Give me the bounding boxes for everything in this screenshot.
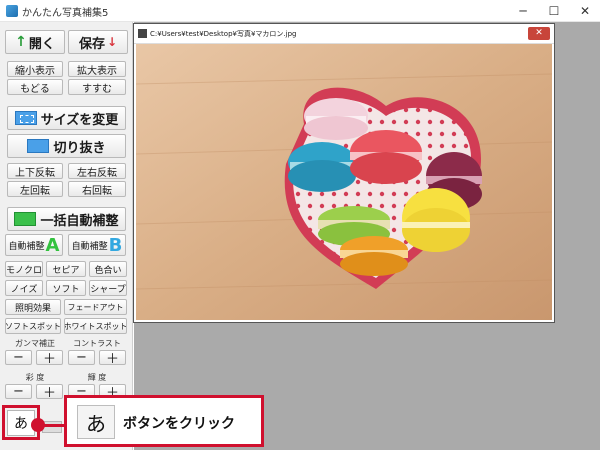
crop-icon xyxy=(27,139,50,153)
image-window[interactable]: C:¥Users¥test¥Desktop¥写真¥マカロン.jpg ✕ xyxy=(133,23,555,323)
callout-a-icon: あ xyxy=(77,405,115,439)
auto-correct-a-button[interactable]: 自動補整 A xyxy=(5,234,63,256)
gamma-label: ガンマ補正 xyxy=(15,339,55,348)
app-title: かんたん写真補集5 xyxy=(22,8,109,19)
open-label: 開く xyxy=(28,36,55,52)
callout-dot xyxy=(31,418,45,432)
enlarge-view-button[interactable]: 拡大表示 xyxy=(68,61,126,77)
saturation-label: 彩 度 xyxy=(25,373,45,382)
open-arrow-icon: ↑ xyxy=(15,34,27,50)
crop-label: 切り抜き xyxy=(53,140,106,156)
sharp-button[interactable]: シャープ xyxy=(89,280,127,296)
bulk-auto-label: 一括自動補整 xyxy=(40,213,119,229)
callout-text: ボタンをクリック xyxy=(123,416,235,432)
gamma-plus-button[interactable]: ＋ xyxy=(36,350,63,365)
contrast-minus-button[interactable]: − xyxy=(68,350,95,365)
close-button[interactable]: ✕ xyxy=(569,0,600,22)
save-button[interactable]: 保存 ↓ xyxy=(68,30,128,54)
image-window-title: C:¥Users¥test¥Desktop¥写真¥マカロン.jpg xyxy=(150,30,297,38)
monochrome-button[interactable]: モノクロ xyxy=(5,261,43,277)
undo-button[interactable]: もどる xyxy=(7,79,63,95)
noise-button[interactable]: ノイズ xyxy=(5,280,43,296)
saturation-plus-button[interactable]: ＋ xyxy=(36,384,63,399)
saturation-minus-button[interactable]: − xyxy=(5,384,32,399)
rotate-left-button[interactable]: 左回転 xyxy=(7,181,63,197)
auto-b-letter: B xyxy=(108,234,123,256)
auto-b-label: 自動補整 xyxy=(71,241,108,252)
flip-vertical-button[interactable]: 上下反転 xyxy=(7,163,63,179)
flip-horizontal-button[interactable]: 左右反転 xyxy=(68,163,126,179)
fade-out-button[interactable]: フェードアウト xyxy=(64,299,127,315)
auto-a-letter: A xyxy=(45,234,60,256)
minimize-button[interactable]: ─ xyxy=(507,0,539,22)
sepia-button[interactable]: セピア xyxy=(46,261,86,277)
rotate-right-button[interactable]: 右回転 xyxy=(68,181,126,197)
image-file-icon xyxy=(138,29,147,38)
brightness-label: 輝 度 xyxy=(87,373,107,382)
save-label: 保存 xyxy=(78,36,105,52)
save-arrow-icon: ↓ xyxy=(106,35,118,49)
title-bar: かんたん写真補集5 ─ ☐ ✕ xyxy=(0,0,600,22)
gamma-minus-button[interactable]: − xyxy=(5,350,32,365)
resize-button[interactable]: サイズを変更 xyxy=(7,106,126,130)
bulk-auto-correct-button[interactable]: 一括自動補整 xyxy=(7,207,126,231)
image-window-close-button[interactable]: ✕ xyxy=(528,27,550,40)
instruction-callout: あ ボタンをクリック xyxy=(64,395,264,447)
resize-label: サイズを変更 xyxy=(40,112,119,128)
auto-correct-icon xyxy=(14,212,37,226)
contrast-label: コントラスト xyxy=(73,339,121,348)
soft-spot-button[interactable]: ソフトスポット xyxy=(5,318,61,334)
lighting-effect-button[interactable]: 照明効果 xyxy=(5,299,61,315)
auto-a-label: 自動補整 xyxy=(8,241,45,252)
redo-button[interactable]: すすむ xyxy=(68,79,126,95)
image-window-titlebar[interactable]: C:¥Users¥test¥Desktop¥写真¥マカロン.jpg ✕ xyxy=(134,24,554,44)
callout-connector xyxy=(44,424,66,427)
open-button[interactable]: ↑ 開く xyxy=(5,30,65,54)
resize-icon xyxy=(14,111,37,125)
macaron-photo xyxy=(136,44,552,320)
white-spot-button[interactable]: ホワイトスポット xyxy=(64,318,127,334)
shrink-view-button[interactable]: 縮小表示 xyxy=(7,61,63,77)
soft-button[interactable]: ソフト xyxy=(46,280,86,296)
contrast-plus-button[interactable]: ＋ xyxy=(99,350,126,365)
tint-button[interactable]: 色合い xyxy=(89,261,127,277)
maximize-button[interactable]: ☐ xyxy=(538,0,570,22)
auto-correct-b-button[interactable]: 自動補整 B xyxy=(68,234,126,256)
next-tool-button[interactable] xyxy=(42,421,62,433)
app-icon xyxy=(6,5,18,17)
crop-button[interactable]: 切り抜き xyxy=(7,134,126,158)
tool-panel: ↑ 開く 保存 ↓ 縮小表示 拡大表示 もどる すすむ サイズを変更 切り抜き … xyxy=(0,22,133,450)
